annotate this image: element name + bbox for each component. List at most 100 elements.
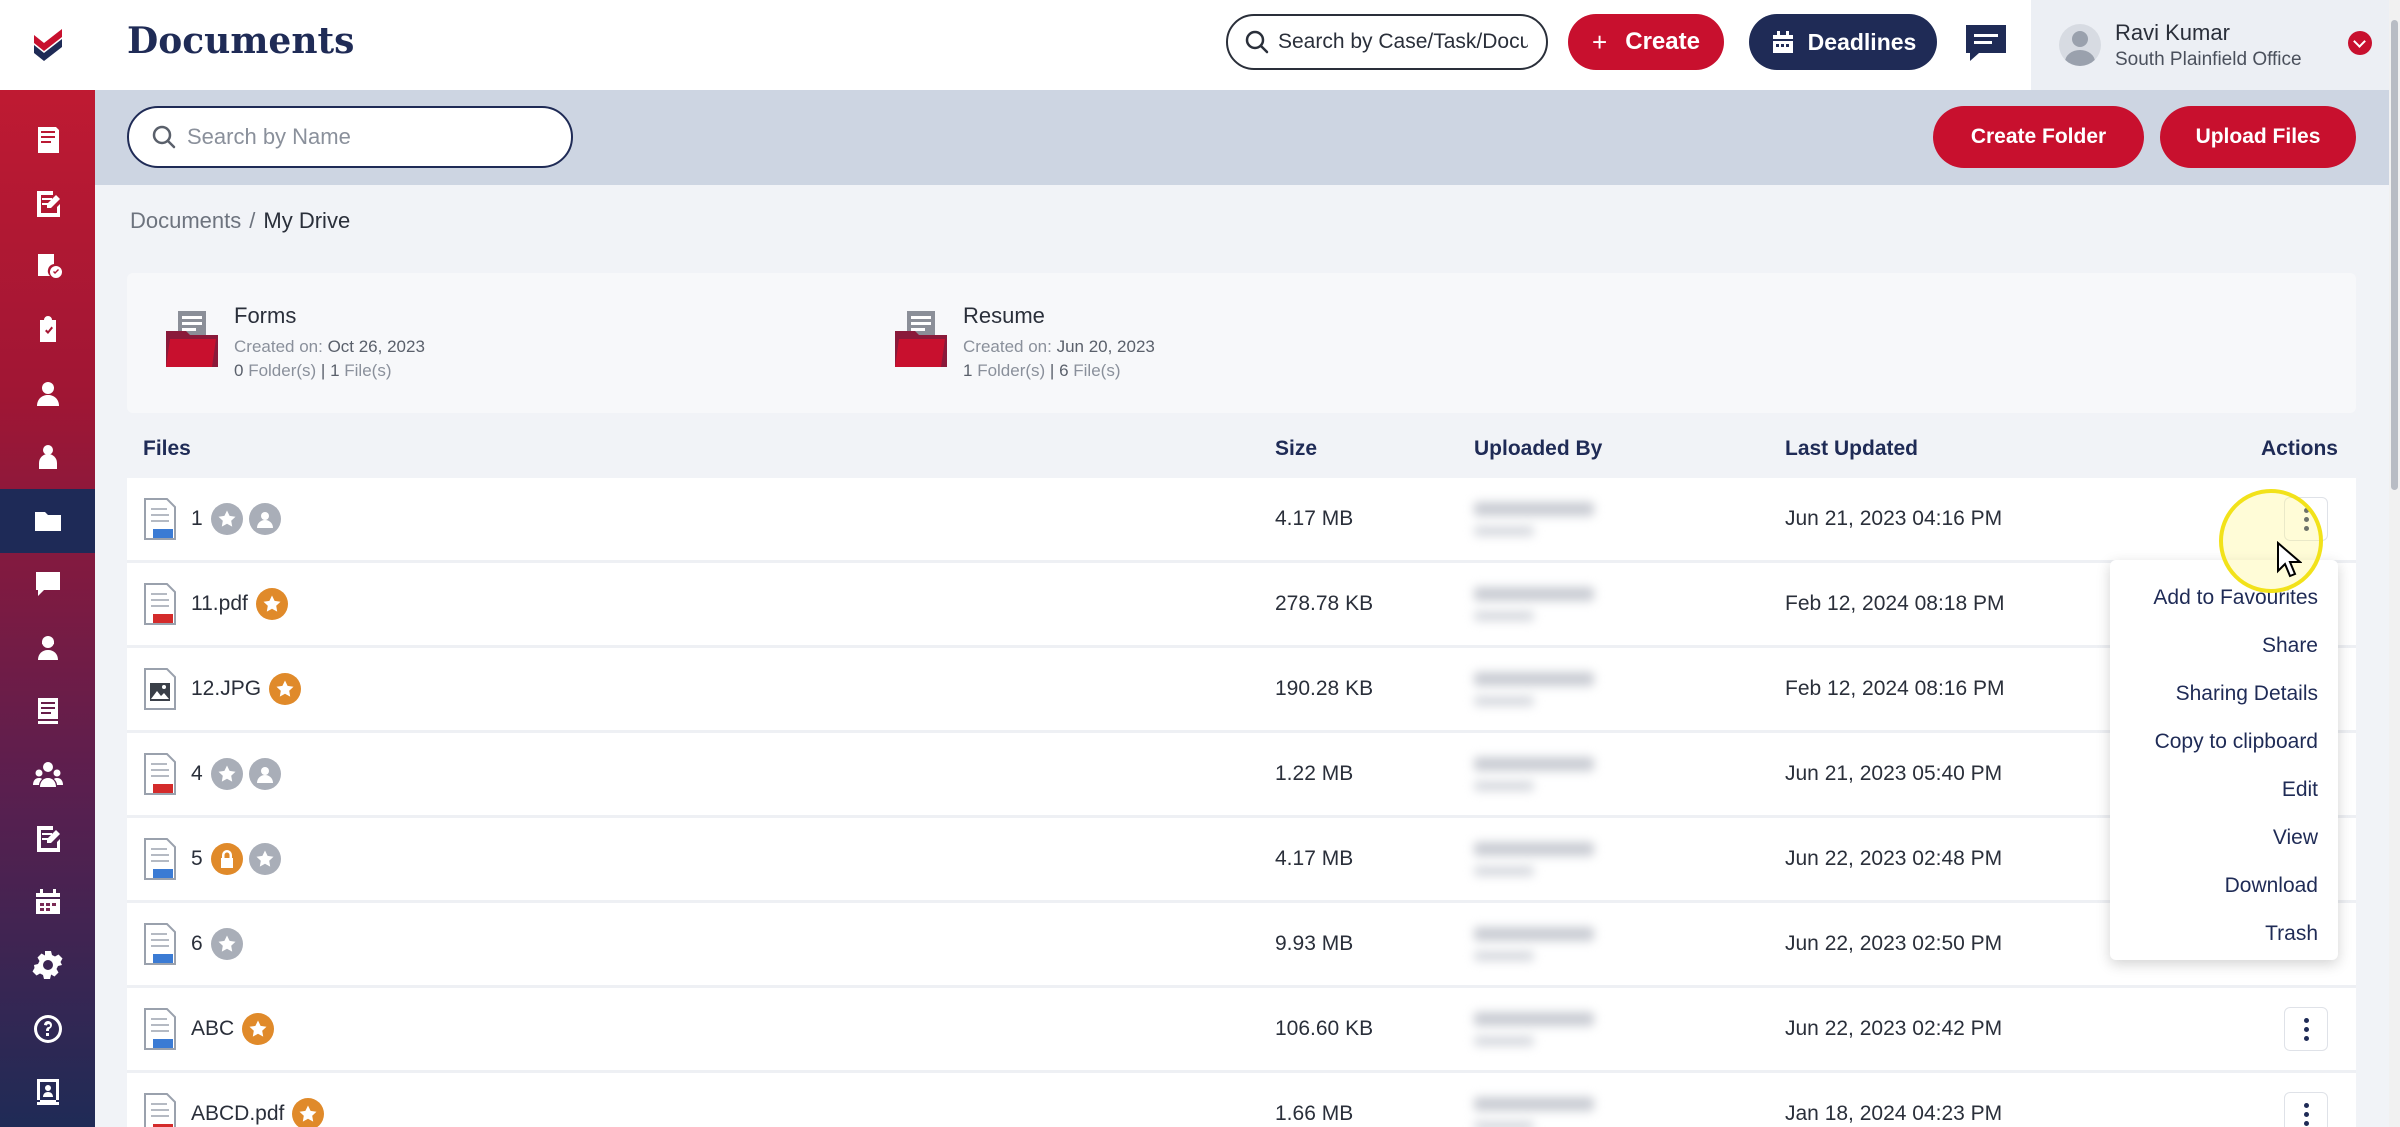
star-badge-icon[interactable] — [269, 673, 302, 705]
blurred-user — [1474, 587, 1624, 621]
folder-info: Resume Created on: Jun 20, 2023 1 Folder… — [963, 303, 1155, 383]
menu-item-trash[interactable]: Trash — [2110, 910, 2338, 958]
table-header: Files Size Uploaded By Last Updated Acti… — [127, 420, 2356, 478]
header-last-updated[interactable]: Last Updated — [1785, 437, 2225, 461]
sidebar-item-contacts[interactable] — [0, 426, 95, 490]
uploaded-by — [1474, 1012, 1785, 1046]
user-name: Ravi Kumar — [2115, 19, 2230, 45]
upload-files-button[interactable]: Upload Files — [2160, 106, 2356, 168]
lock-badge-icon[interactable] — [210, 843, 243, 875]
person-icon — [38, 445, 57, 470]
scrollbar-thumb[interactable] — [2391, 20, 2398, 490]
header-uploaded-by[interactable]: Uploaded By — [1474, 437, 1785, 461]
file-name[interactable]: 5 — [191, 847, 203, 871]
id-book-icon — [36, 1079, 59, 1106]
create-button[interactable]: + Create — [1568, 14, 1724, 70]
app-logo[interactable] — [0, 0, 95, 90]
file-cell: ABC — [127, 1007, 1275, 1051]
star-badge-icon[interactable] — [210, 758, 243, 790]
sidebar-item-notes[interactable] — [0, 807, 95, 871]
star-badge-icon[interactable] — [210, 928, 243, 960]
search-icon — [1245, 30, 1269, 54]
folder-created: Created on: Oct 26, 2023 — [234, 335, 425, 359]
create-folder-button[interactable]: Create Folder — [1933, 106, 2144, 168]
table-row[interactable]: ABCD.pdf 1.66 MB Jan 18, 2024 04:23 PM — [127, 1073, 2356, 1127]
menu-item-copy-to-clipboard[interactable]: Copy to clipboard — [2110, 718, 2338, 766]
breadcrumb-documents[interactable]: Documents — [130, 208, 241, 233]
table-row[interactable]: 12.JPG 190.28 KB Feb 12, 2024 08:16 PM — [127, 648, 2356, 733]
table-row[interactable]: 5 4.17 MB Jun 22, 2023 02:48 PM — [127, 818, 2356, 903]
breadcrumb-separator: / — [249, 208, 256, 233]
chevron-down-icon[interactable] — [2348, 31, 2372, 55]
star-badge-icon[interactable] — [255, 588, 288, 620]
row-actions-button[interactable] — [2284, 1092, 2328, 1127]
user-icon — [36, 381, 59, 406]
uploaded-by — [1474, 587, 1785, 621]
file-name[interactable]: 6 — [191, 932, 203, 956]
report-icon — [37, 698, 58, 725]
sidebar-item-forms[interactable] — [0, 235, 95, 299]
file-size: 4.17 MB — [1275, 847, 1354, 870]
sidebar-item-team[interactable] — [0, 616, 95, 680]
sidebar-item-settings[interactable] — [0, 934, 95, 998]
sidebar-item-reports[interactable] — [0, 680, 95, 744]
table-row[interactable]: 1 4.17 MB Jun 21, 2023 04:16 PM — [127, 478, 2356, 563]
sidebar-item-library[interactable] — [0, 1061, 95, 1125]
menu-item-view[interactable]: View — [2110, 814, 2338, 862]
table-row[interactable]: ABC 106.60 KB Jun 22, 2023 02:42 PM — [127, 988, 2356, 1073]
menu-item-sharing-details[interactable]: Sharing Details — [2110, 670, 2338, 718]
menu-item-share[interactable]: Share — [2110, 622, 2338, 670]
file-name[interactable]: 4 — [191, 762, 203, 786]
sidebar-item-clipboard[interactable] — [0, 299, 95, 363]
folder-created-label: Created on: — [234, 337, 328, 356]
name-search[interactable] — [127, 106, 573, 168]
table-row[interactable]: 4 1.22 MB Jun 21, 2023 05:40 PM — [127, 733, 2356, 818]
user-badge-icon[interactable] — [248, 503, 281, 535]
header-files[interactable]: Files — [127, 437, 1275, 461]
star-badge-icon[interactable] — [248, 843, 281, 875]
table-row[interactable]: 11.pdf 278.78 KB Feb 12, 2024 08:18 PM — [127, 563, 2356, 648]
calendar-icon — [35, 888, 60, 914]
mouse-cursor-icon — [2277, 541, 2302, 578]
table-row[interactable]: 6 9.93 MB Jun 22, 2023 02:50 PM — [127, 903, 2356, 988]
file-name[interactable]: 11.pdf — [191, 592, 248, 616]
folder-created-date: Jun 20, 2023 — [1056, 337, 1155, 356]
actions-menu: Add to Favourites Share Sharing Details Cop… — [2110, 560, 2338, 960]
blurred-user — [1474, 502, 1624, 536]
file-cell: 6 — [127, 922, 1275, 966]
pdf-file-icon — [144, 753, 176, 795]
global-search-input[interactable] — [1278, 30, 1528, 54]
star-badge-icon[interactable] — [210, 503, 243, 535]
files-table: Files Size Uploaded By Last Updated Acti… — [127, 420, 2356, 1127]
file-name[interactable]: 1 — [191, 507, 203, 531]
sidebar-item-documents[interactable] — [0, 489, 95, 553]
menu-item-download[interactable]: Download — [2110, 862, 2338, 910]
file-name[interactable]: ABC — [191, 1017, 234, 1041]
users-icon — [32, 761, 63, 787]
row-actions-button[interactable] — [2284, 1007, 2328, 1051]
header-size[interactable]: Size — [1275, 437, 1474, 461]
file-name[interactable]: 12.JPG — [191, 677, 261, 701]
user-menu[interactable]: Ravi Kumar South Plainfield Office — [2031, 0, 2400, 90]
chat-button[interactable] — [1963, 22, 2009, 64]
name-search-input[interactable] — [187, 124, 567, 150]
sidebar-item-clients[interactable] — [0, 362, 95, 426]
sidebar-item-tasks[interactable] — [0, 172, 95, 236]
deadlines-button[interactable]: Deadlines — [1749, 14, 1937, 70]
sidebar-item-users[interactable] — [0, 743, 95, 807]
star-badge-icon[interactable] — [242, 1013, 275, 1045]
star-badge-icon[interactable] — [292, 1098, 325, 1127]
user-badge-icon[interactable] — [248, 758, 281, 790]
sidebar-item-calendar[interactable] — [0, 870, 95, 934]
folder-card[interactable]: Forms Created on: Oct 26, 2023 0 Folder(… — [164, 303, 425, 383]
sidebar-item-cases[interactable] — [0, 108, 95, 172]
sidebar-item-help[interactable] — [0, 997, 95, 1061]
global-search[interactable] — [1226, 14, 1548, 70]
blurred-user — [1474, 1097, 1624, 1127]
folder-card[interactable]: Resume Created on: Jun 20, 2023 1 Folder… — [893, 303, 1155, 383]
sidebar-item-messages[interactable] — [0, 553, 95, 617]
uploaded-by — [1474, 757, 1785, 791]
file-count-value: 6 — [1059, 361, 1069, 380]
file-name[interactable]: ABCD.pdf — [191, 1102, 284, 1126]
menu-item-edit[interactable]: Edit — [2110, 766, 2338, 814]
